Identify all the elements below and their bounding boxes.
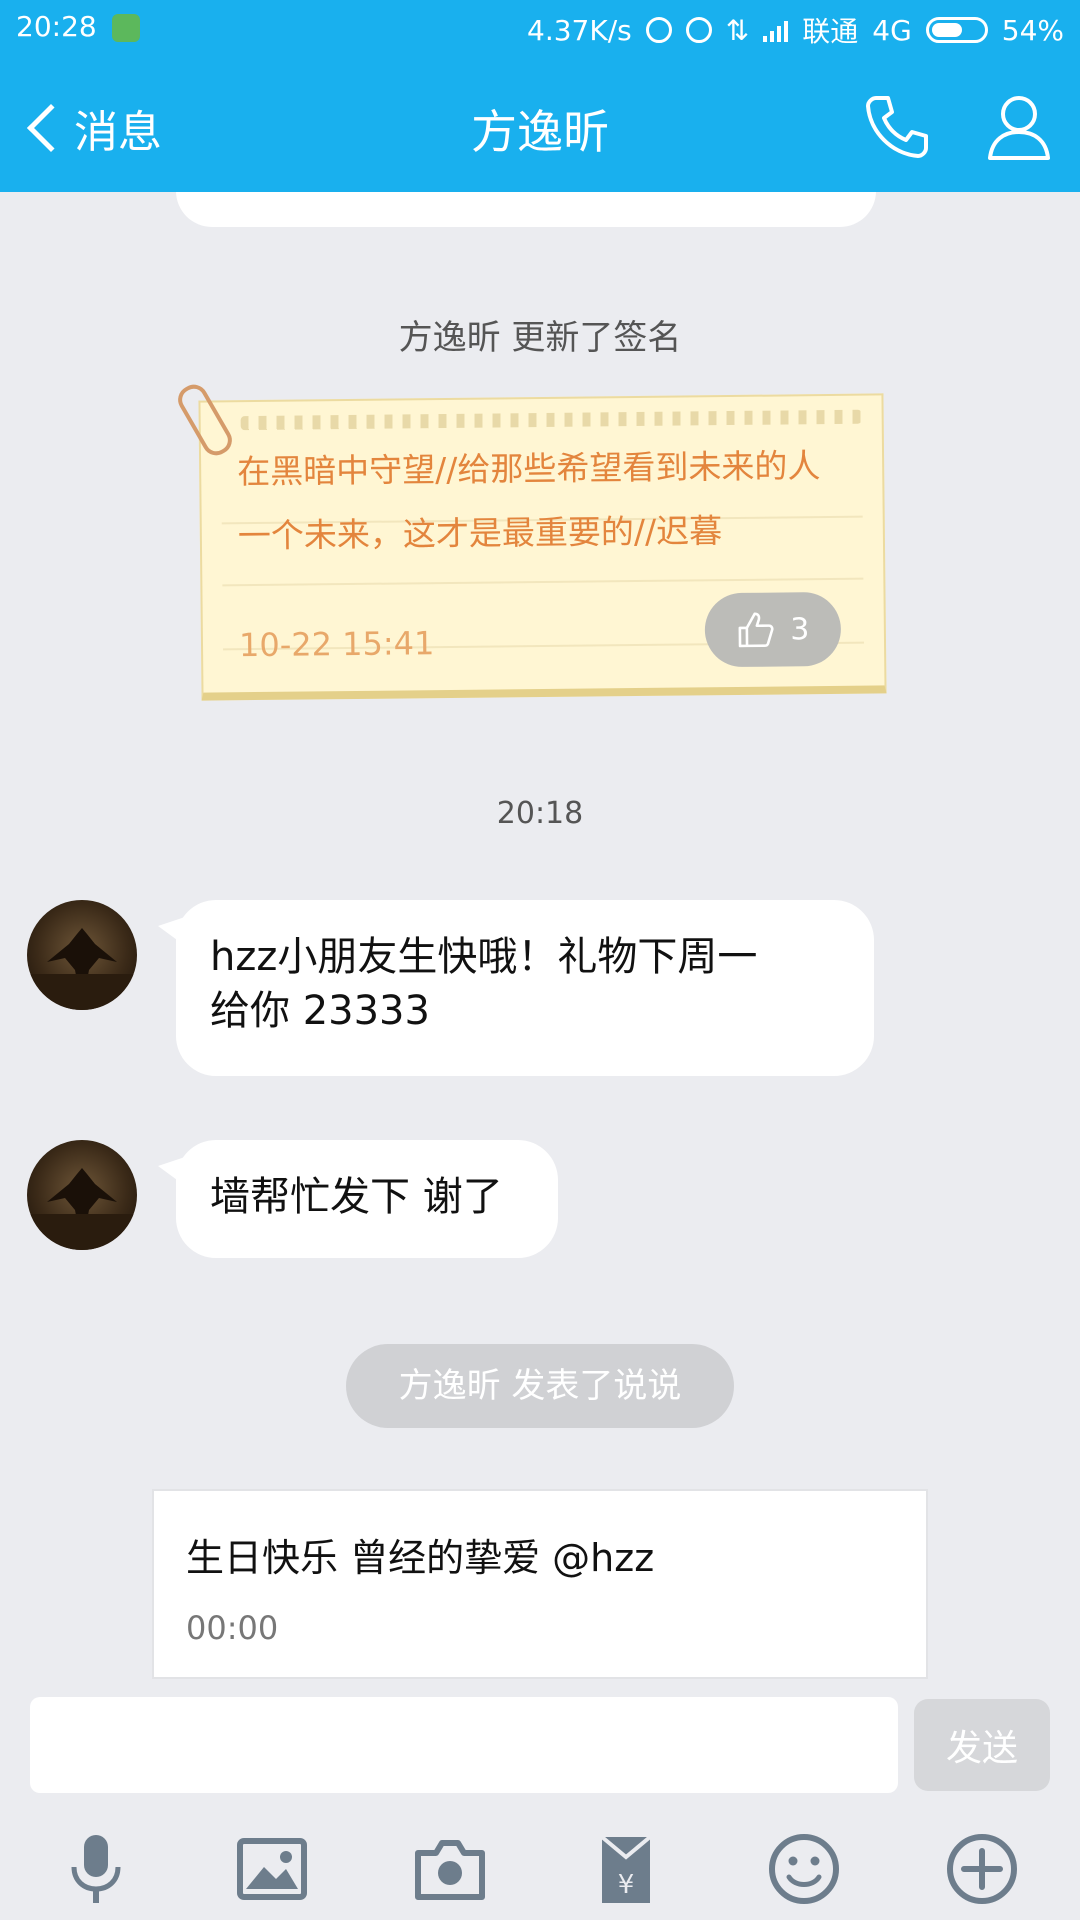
note-holes xyxy=(240,409,862,431)
title-bar: 消息 方逸昕 xyxy=(0,56,1080,192)
signature-date: 10-22 15:41 xyxy=(238,624,435,665)
battery-level: 54% xyxy=(1001,13,1064,47)
toolbar: ¥ xyxy=(0,1827,1080,1917)
message-bubble[interactable]: hzz小朋友生快哦！礼物下周一 给你 23333 xyxy=(158,900,874,1076)
post-card[interactable]: 生日快乐 曾经的挚爱 @hzz 00:00 xyxy=(152,1489,928,1679)
contact-icon[interactable] xyxy=(984,90,1054,162)
emoji-icon[interactable] xyxy=(762,1827,846,1911)
message-bubble[interactable]: 墙帮忙发下 谢了 xyxy=(158,1140,558,1258)
note-rule xyxy=(222,577,864,587)
post-notice[interactable]: 方逸昕 发表了说说 xyxy=(346,1344,734,1428)
message-timestamp: 20:18 xyxy=(496,796,584,831)
red-packet-icon[interactable]: ¥ xyxy=(584,1827,668,1911)
status-time: 20:28 xyxy=(16,10,97,43)
signature-text: 在黑暗中守望//给那些希望看到未来的人一个未来，这才是最重要的//迟暮 xyxy=(236,446,821,556)
thumbs-up-icon xyxy=(739,612,774,648)
phone-icon[interactable] xyxy=(862,90,934,162)
message-text-line: hzz小朋友生快哦！礼物下周一 xyxy=(210,934,758,980)
signature-update-notice: 方逸昕 更新了签名 xyxy=(398,318,682,358)
signal-icon xyxy=(763,18,789,42)
net-speed: 4.37K/s xyxy=(527,13,632,47)
microphone-icon[interactable] xyxy=(54,1827,138,1911)
send-button[interactable]: 发送 xyxy=(914,1699,1050,1791)
input-bar: 发送 ¥ xyxy=(0,1697,1080,1920)
like-count: 3 xyxy=(790,611,810,647)
network-type: 4G xyxy=(872,13,912,47)
carrier: 联通 xyxy=(802,15,859,48)
message-text-line: 给你 23333 xyxy=(210,988,430,1034)
like-button[interactable]: 3 xyxy=(704,591,842,668)
camera-icon[interactable] xyxy=(408,1827,492,1911)
image-icon[interactable] xyxy=(230,1827,314,1911)
status-bar: 20:28 4.37K/s ⇅ 联通 4G 54% xyxy=(0,0,1080,56)
svg-text:¥: ¥ xyxy=(618,1870,635,1900)
chat-area[interactable]: 方逸昕 更新了签名 在黑暗中守望//给那些希望看到未来的人一个未来，这才是最重要… xyxy=(0,192,1080,1697)
data-arrows-icon: ⇅ xyxy=(725,13,750,47)
post-time: 00:00 xyxy=(186,1609,279,1647)
alarm-icon xyxy=(685,17,712,43)
avatar[interactable] xyxy=(27,1140,137,1250)
battery-icon xyxy=(925,17,988,43)
message-input[interactable] xyxy=(30,1697,898,1793)
signature-card[interactable]: 在黑暗中守望//给那些希望看到未来的人一个未来，这才是最重要的//迟暮 10-2… xyxy=(198,393,887,701)
avatar[interactable] xyxy=(27,900,137,1010)
status-right: 4.37K/s ⇅ 联通 4G 54% xyxy=(527,10,1064,50)
mute-bell-icon xyxy=(645,17,672,43)
post-text: 生日快乐 曾经的挚爱 @hzz xyxy=(186,1536,655,1580)
message-text: 墙帮忙发下 谢了 xyxy=(210,1174,503,1220)
previous-message-bubble xyxy=(176,192,876,227)
shield-icon xyxy=(112,14,140,42)
plus-icon[interactable] xyxy=(940,1827,1024,1911)
